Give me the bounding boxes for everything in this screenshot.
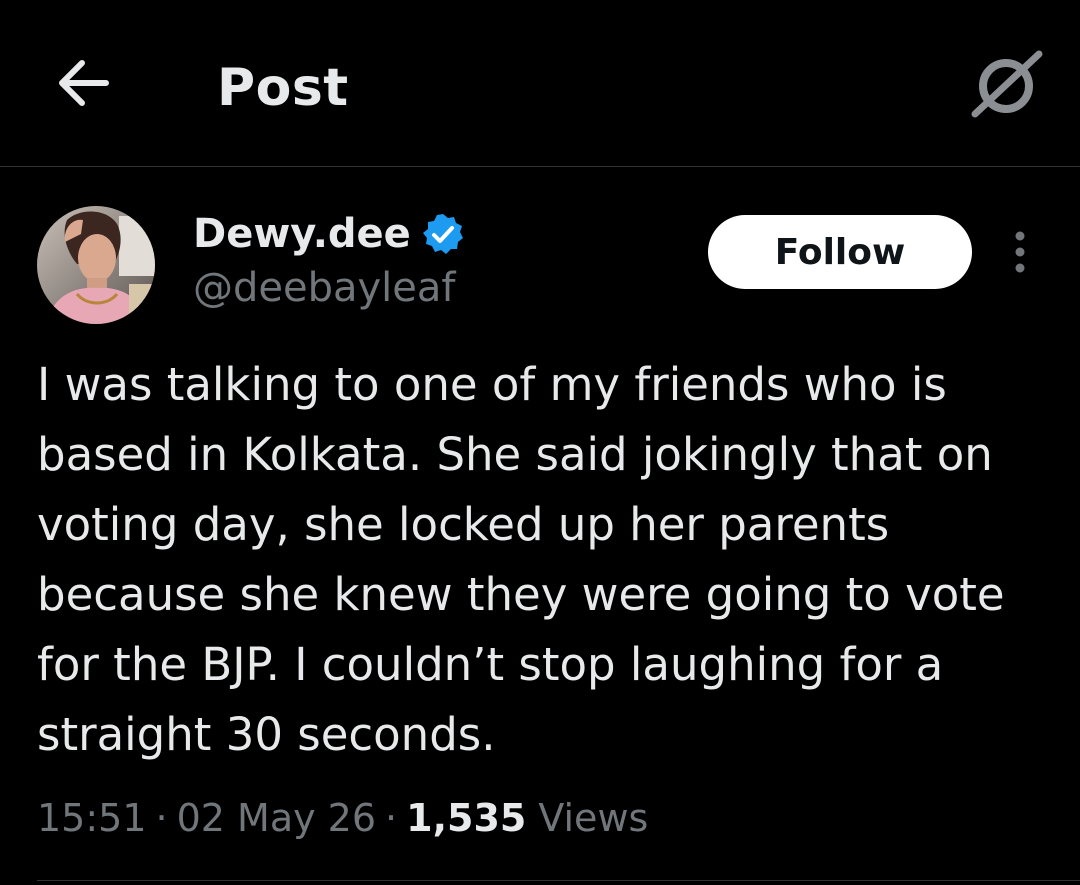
author-handle[interactable]: @deebayleaf [193,262,456,314]
arrow-left-icon [59,60,109,106]
follow-button[interactable]: Follow [708,215,972,289]
post-text: I was talking to one of my friends who i… [37,358,1005,761]
grok-icon [971,50,1043,118]
post-time[interactable]: 15:51 [37,796,147,840]
author-name-row[interactable]: Dewy.dee [193,206,465,262]
more-vertical-icon [1015,231,1025,273]
more-options-button[interactable] [1000,228,1040,278]
divider [37,880,1080,881]
verified-badge-icon [422,214,463,254]
top-bar: Post [0,0,1080,167]
back-button[interactable] [52,55,118,111]
views-label: Views [538,796,649,840]
views-count[interactable]: 1,535 [406,796,526,840]
post-meta: 15:51 · 02 May 26 · 1,535 Views [37,790,648,846]
post-date[interactable]: 02 May 26 [177,796,376,840]
avatar-image [37,206,155,324]
grok-button[interactable] [966,48,1046,120]
author-display-name: Dewy.dee [193,211,411,257]
page-title: Post [217,58,349,118]
meta-separator: · [155,796,168,840]
meta-separator: · [385,796,398,840]
avatar[interactable] [37,206,155,324]
